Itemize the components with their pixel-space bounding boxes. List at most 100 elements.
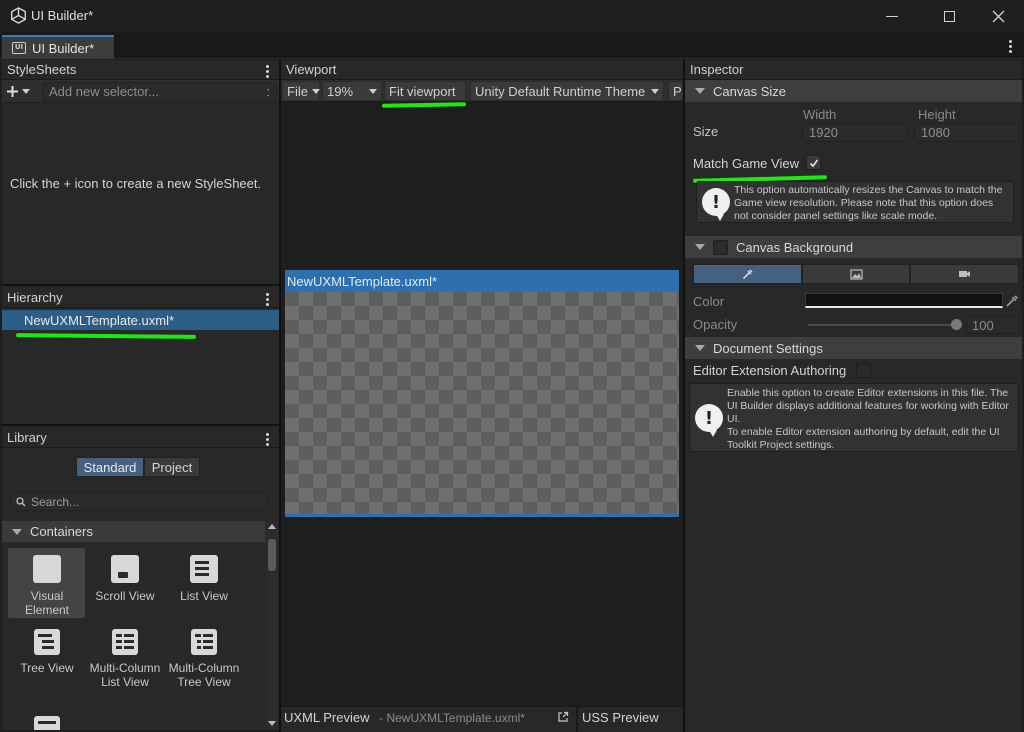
open-external-icon[interactable] xyxy=(557,711,569,723)
tab-label: UI Builder* xyxy=(32,40,95,56)
library-item-tree-view[interactable]: Tree View xyxy=(8,629,86,675)
canvas-size-header[interactable]: Canvas Size xyxy=(685,80,1022,102)
fit-viewport-label: Fit viewport xyxy=(389,83,456,99)
library-item-label: Visual Element xyxy=(24,589,70,617)
uss-preview-label: USS Preview xyxy=(582,710,659,725)
canvas-background-title: Canvas Background xyxy=(736,239,854,255)
canvas-title-bar[interactable]: NewUXMLTemplate.uxml* xyxy=(285,270,679,292)
tab-bar xyxy=(0,32,1024,59)
tab-ui-builder[interactable]: UI UI Builder* xyxy=(2,35,114,59)
foldout-arrow-icon xyxy=(12,528,22,535)
plus-icon xyxy=(7,86,18,97)
match-game-view-checkbox[interactable] xyxy=(806,155,821,170)
chevron-down-icon xyxy=(22,89,30,94)
image-icon xyxy=(849,268,863,280)
background-mode-camera[interactable] xyxy=(910,264,1020,284)
library-title: Library xyxy=(7,430,47,445)
maximize-icon xyxy=(943,10,955,22)
theme-value: Unity Default Runtime Theme xyxy=(475,83,646,99)
inspector-header: Inspector xyxy=(685,60,1022,80)
scroll-view-icon xyxy=(111,555,139,583)
zoom-dropdown[interactable]: 19% xyxy=(322,81,382,101)
selector-suffix: : xyxy=(266,84,270,99)
match-game-view-label: Match Game View xyxy=(693,156,799,171)
library-item-label: Multi-Column List View xyxy=(89,661,161,689)
add-stylesheet-button[interactable] xyxy=(6,82,38,101)
chevron-down-icon xyxy=(651,88,659,94)
library-item-label: List View xyxy=(180,589,228,603)
eyedropper-icon[interactable] xyxy=(1005,294,1019,308)
library-item-scroll-view[interactable]: Scroll View xyxy=(86,555,164,603)
library-item-list-view[interactable]: List View xyxy=(165,555,243,603)
width-field[interactable]: 1920 xyxy=(802,123,908,142)
checkmark-icon xyxy=(809,159,818,167)
uxml-preview-tab[interactable]: UXML Preview - NewUXMLTemplate.uxml* xyxy=(284,710,525,725)
opacity-slider-track[interactable] xyxy=(808,324,958,326)
editor-extension-help-line1: Enable this option to create Editor exte… xyxy=(727,387,1009,425)
file-menu-button[interactable]: File xyxy=(282,81,320,101)
size-label: Size xyxy=(693,124,719,139)
library-search-input[interactable]: Search... xyxy=(10,492,268,511)
multi-column-list-icon xyxy=(112,629,138,655)
library-item-label: Scroll View xyxy=(95,589,155,603)
tab-standard[interactable]: Standard xyxy=(76,457,144,477)
scroll-down-icon[interactable] xyxy=(267,718,277,728)
canvas-background-toggle[interactable] xyxy=(713,239,728,255)
canvas-title: NewUXMLTemplate.uxml* xyxy=(287,273,438,289)
minimize-icon xyxy=(886,15,898,17)
ui-builder-icon: UI xyxy=(12,42,26,54)
multi-column-tree-icon xyxy=(191,629,217,655)
fit-viewport-button[interactable]: Fit viewport xyxy=(384,81,466,101)
document-settings-title: Document Settings xyxy=(713,340,823,356)
containers-section-header[interactable]: Containers xyxy=(2,521,265,542)
library-item-label: Multi-Column Tree View xyxy=(168,661,240,689)
close-icon xyxy=(992,10,1004,22)
color-label: Color xyxy=(693,294,725,309)
splitter[interactable] xyxy=(576,706,578,732)
tree-view-icon xyxy=(34,629,60,655)
match-game-view-help: ! This option automatically resizes the … xyxy=(696,181,1014,223)
search-placeholder: Search... xyxy=(31,494,80,509)
canvas-area[interactable] xyxy=(285,292,679,514)
tab-project[interactable]: Project xyxy=(144,457,200,477)
library-item-multi-column-list-view[interactable]: Multi-Column List View xyxy=(86,629,164,689)
window-menu-icon[interactable] xyxy=(1009,40,1012,53)
preview-button[interactable]: P xyxy=(668,81,683,101)
hierarchy-menu-icon[interactable] xyxy=(266,293,269,306)
camera-icon xyxy=(959,271,971,277)
library-item-visual-element[interactable]: Visual Element xyxy=(8,555,86,617)
selector-input[interactable]: Add new selector... : xyxy=(42,82,277,101)
library-item-label: Tree View xyxy=(20,661,74,675)
maximize-button[interactable] xyxy=(929,4,969,28)
uss-preview-tab[interactable]: USS Preview xyxy=(582,710,659,725)
tab-project-label: Project xyxy=(151,459,193,475)
library-menu-icon[interactable] xyxy=(266,433,269,446)
document-settings-header[interactable]: Document Settings xyxy=(685,337,1022,359)
selector-placeholder: Add new selector... xyxy=(49,84,159,99)
opacity-slider-thumb[interactable] xyxy=(951,319,962,330)
canvas-background-header[interactable]: Canvas Background xyxy=(685,236,1022,258)
stylesheets-menu-icon[interactable] xyxy=(266,65,269,78)
partial-library-item-icon xyxy=(34,716,60,730)
background-color-swatch[interactable] xyxy=(805,293,1003,308)
editor-extension-checkbox[interactable] xyxy=(856,363,871,378)
background-mode-color[interactable] xyxy=(693,264,802,284)
visual-element-icon xyxy=(33,555,61,583)
title-bar xyxy=(0,0,1024,32)
scroll-thumb[interactable] xyxy=(268,539,276,571)
hierarchy-item-document[interactable]: NewUXMLTemplate.uxml* xyxy=(2,310,279,330)
minimize-button[interactable] xyxy=(872,4,912,28)
hierarchy-header: Hierarchy xyxy=(2,288,279,308)
background-mode-image[interactable] xyxy=(801,264,911,284)
height-field[interactable]: 1080 xyxy=(914,123,1020,142)
opacity-label: Opacity xyxy=(693,317,738,332)
stylesheets-header: StyleSheets xyxy=(2,60,279,80)
editor-extension-label: Editor Extension Authoring xyxy=(693,363,847,378)
foldout-arrow-icon xyxy=(695,88,705,94)
opacity-field[interactable]: 100 xyxy=(966,316,1019,334)
close-button[interactable] xyxy=(978,4,1018,28)
theme-dropdown[interactable]: Unity Default Runtime Theme xyxy=(470,81,664,101)
scroll-up-icon[interactable] xyxy=(267,521,277,531)
width-value: 1920 xyxy=(809,125,838,140)
library-item-multi-column-tree-view[interactable]: Multi-Column Tree View xyxy=(165,629,243,689)
